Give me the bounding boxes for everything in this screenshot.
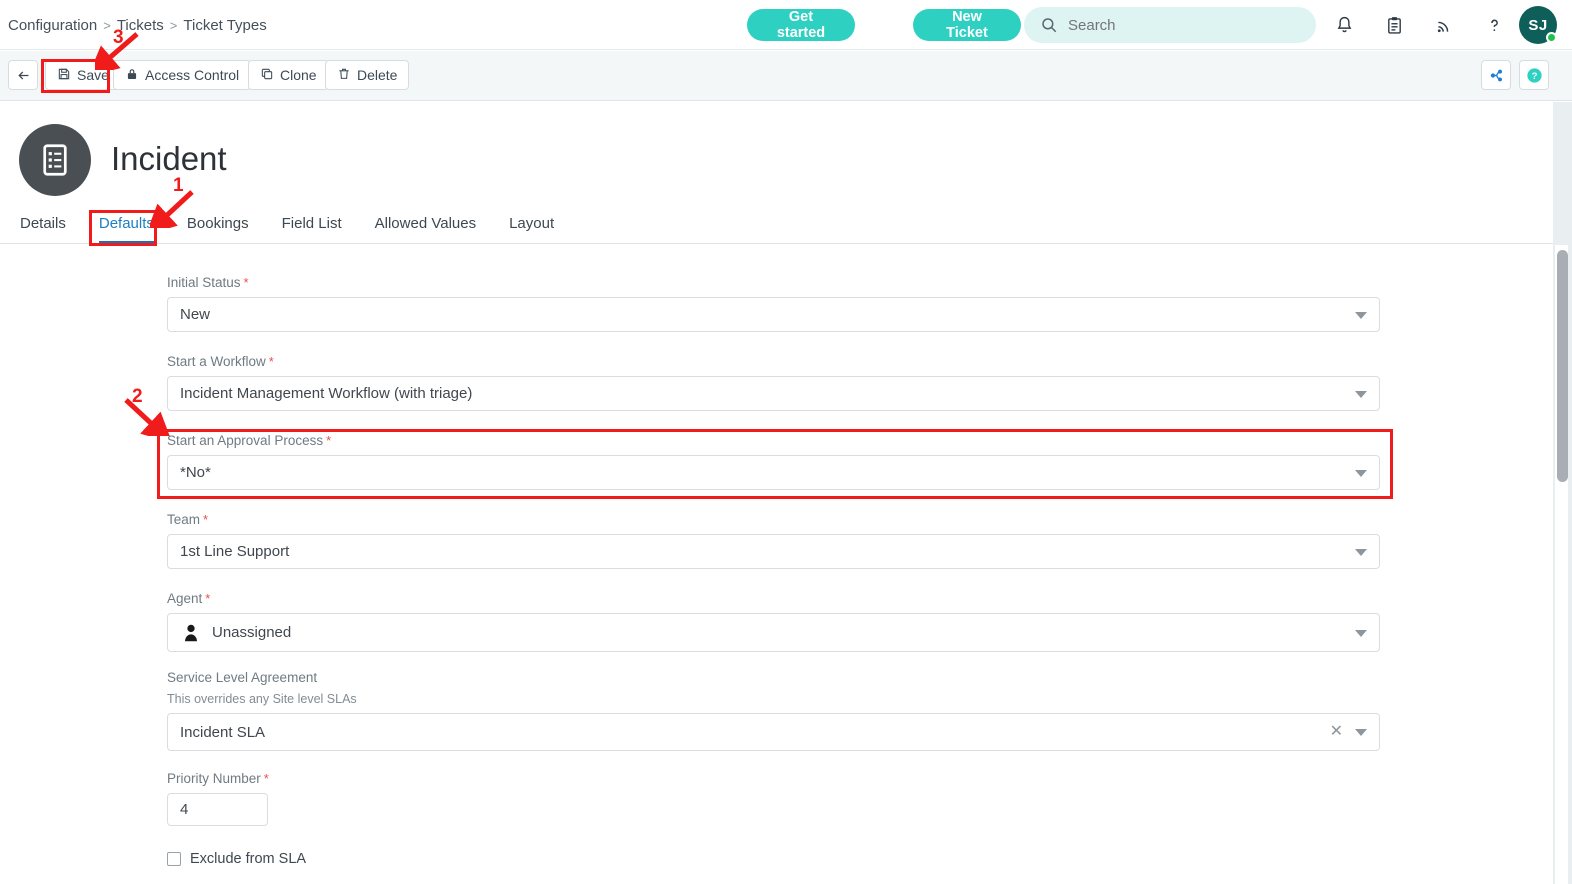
top-header: Configuration>Tickets>Ticket Types Get s… [0,0,1572,50]
save-icon [57,67,71,84]
initial-status-field: Initial Status* New [167,275,1380,332]
start-workflow-select[interactable]: Incident Management Workflow (with triag… [167,376,1380,411]
exclude-from-sla-checkbox-row[interactable]: Exclude from SLA [167,851,306,867]
bell-icon[interactable] [1331,12,1357,38]
status-dot [1546,32,1557,43]
defaults-form: Initial Status* New Start a Workflow* In… [0,245,1553,884]
search-input[interactable] [1068,17,1288,34]
breadcrumb-separator: > [164,18,184,33]
priority-number-field: Priority Number* [167,771,269,826]
chevron-down-icon[interactable] [1355,549,1367,556]
back-button[interactable] [8,60,38,90]
person-icon [180,622,202,644]
access-control-button-label: Access Control [145,67,239,83]
tab-defaults[interactable]: Defaults [99,215,154,244]
clone-button-label: Clone [280,67,317,83]
new-ticket-button[interactable]: New Ticket [913,9,1021,41]
scrollbar-thumb[interactable] [1557,250,1568,482]
workflow-branch-icon[interactable] [1481,60,1511,90]
save-button[interactable]: Save [45,60,121,90]
search-box[interactable] [1024,7,1316,43]
svg-text:?: ? [1531,71,1537,82]
priority-number-input[interactable] [167,793,268,826]
chevron-down-icon[interactable] [1355,470,1367,477]
breadcrumb-separator: > [97,18,117,33]
approval-process-field: Start an Approval Process* *No* [167,433,1380,490]
rss-icon[interactable] [1431,12,1457,38]
start-workflow-label: Start a Workflow* [167,354,1380,370]
avatar-initials: SJ [1528,17,1547,34]
lock-icon [125,67,139,84]
chevron-down-icon[interactable] [1355,391,1367,398]
tab-bar: Details Defaults Bookings Field List All… [0,206,1553,244]
breadcrumb-item-ticket-types[interactable]: Ticket Types [183,17,266,34]
chevron-down-icon[interactable] [1355,630,1367,637]
ticket-type-list-icon [19,124,91,196]
sla-field: Service Level Agreement This overrides a… [167,670,1380,751]
required-marker: * [244,275,249,290]
required-marker: * [264,771,269,786]
delete-button-label: Delete [357,67,397,83]
required-marker: * [205,591,210,606]
tab-field-list[interactable]: Field List [282,215,342,244]
agent-field: Agent* Unassigned [167,591,1380,652]
team-field: Team* 1st Line Support [167,512,1380,569]
trash-icon [337,67,351,84]
approval-process-value: *No* [180,464,211,481]
save-button-label: Save [77,67,109,83]
page-header: Incident Details Defaults Bookings Field… [0,102,1553,244]
chevron-down-icon[interactable] [1355,729,1367,736]
chevron-down-icon[interactable] [1355,312,1367,319]
clone-icon [260,67,274,84]
sla-select[interactable]: Incident SLA ✕ [167,713,1380,751]
sla-label: Service Level Agreement [167,670,1380,686]
tab-details[interactable]: Details [20,215,66,244]
exclude-from-sla-checkbox[interactable] [167,852,181,866]
clipboard-icon[interactable] [1381,12,1407,38]
tab-layout[interactable]: Layout [509,215,554,244]
sla-value: Incident SLA [180,724,265,741]
breadcrumb: Configuration>Tickets>Ticket Types [8,17,267,34]
delete-button[interactable]: Delete [325,60,409,90]
clear-icon[interactable]: ✕ [1330,724,1343,740]
get-started-button[interactable]: Get started [747,9,855,41]
agent-label: Agent* [167,591,1380,607]
priority-number-label: Priority Number* [167,771,269,787]
access-control-button[interactable]: Access Control [113,60,251,90]
breadcrumb-item-configuration[interactable]: Configuration [8,17,97,34]
required-marker: * [326,433,331,448]
tab-bookings[interactable]: Bookings [187,215,249,244]
help-circle-icon[interactable]: ? [1519,60,1549,90]
team-label: Team* [167,512,1380,528]
clone-button[interactable]: Clone [248,60,329,90]
search-icon [1040,16,1058,34]
team-select[interactable]: 1st Line Support [167,534,1380,569]
approval-process-label: Start an Approval Process* [167,433,1380,449]
page-title: Incident [111,140,227,178]
initial-status-label: Initial Status* [167,275,1380,291]
tab-allowed-values[interactable]: Allowed Values [375,215,476,244]
exclude-from-sla-label: Exclude from SLA [190,851,306,867]
sla-sublabel: This overrides any Site level SLAs [167,692,1380,707]
approval-process-select[interactable]: *No* [167,455,1380,490]
help-icon[interactable] [1481,12,1507,38]
action-toolbar: Save Access Control Clone Delete [0,51,1572,101]
breadcrumb-item-tickets[interactable]: Tickets [117,17,164,34]
agent-value: Unassigned [212,624,291,641]
start-workflow-field: Start a Workflow* Incident Management Wo… [167,354,1380,411]
start-workflow-value: Incident Management Workflow (with triag… [180,385,472,402]
agent-select[interactable]: Unassigned [167,613,1380,652]
required-marker: * [203,512,208,527]
initial-status-select[interactable]: New [167,297,1380,332]
required-marker: * [269,354,274,369]
avatar[interactable]: SJ [1519,6,1557,44]
team-value: 1st Line Support [180,543,289,560]
exclude-from-sla-field: Exclude from SLA [167,851,306,867]
initial-status-value: New [180,306,210,323]
